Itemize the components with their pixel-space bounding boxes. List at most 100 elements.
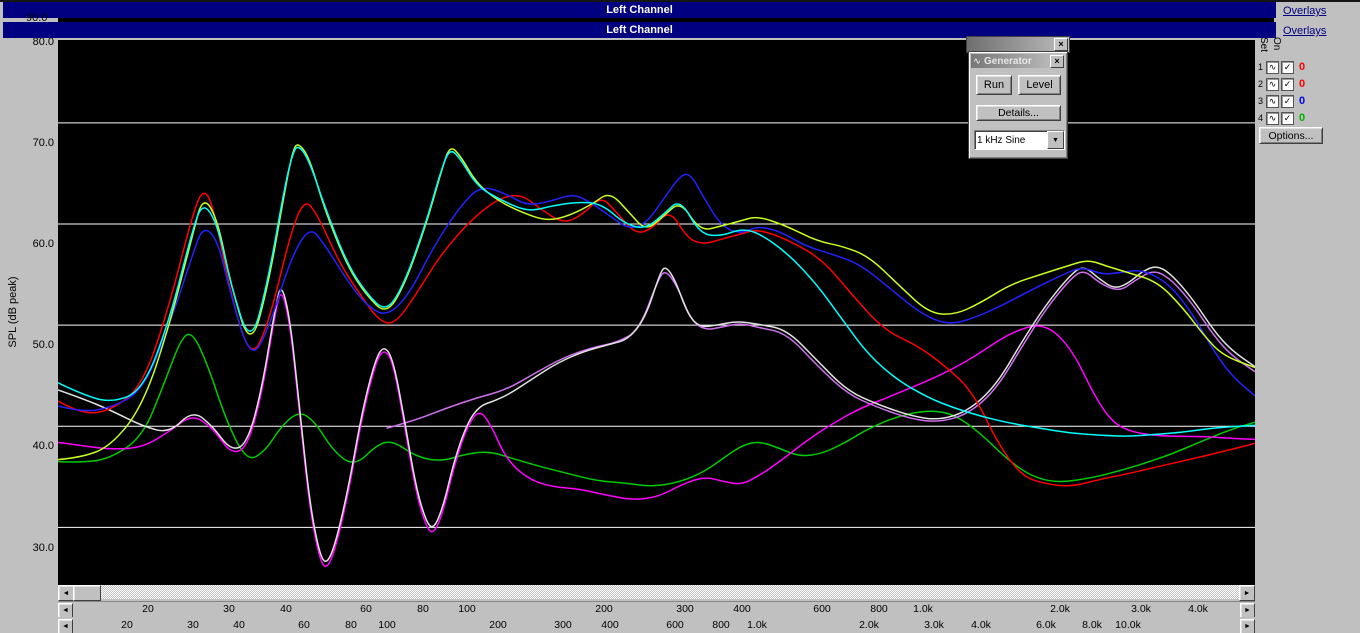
- series-violet-curve: [386, 271, 1256, 430]
- axis-row-front: ◄ ► 20 30 40 60 80 100 200 300 400 600 800 1.0k 2.0k…: [58, 618, 1255, 633]
- x-tick-label: 600: [666, 619, 684, 631]
- series-blue-curve: [57, 173, 1256, 412]
- options-button[interactable]: Options...: [1259, 127, 1323, 144]
- on-column-header: On: [1271, 37, 1282, 51]
- generator-title: Generator: [984, 55, 1032, 67]
- x-tick-label: 2.0k: [1050, 603, 1070, 615]
- overlays-link-back[interactable]: Overlays: [1283, 5, 1326, 17]
- overlay-on-checkbox[interactable]: ✓: [1281, 60, 1294, 74]
- rta-chart: [57, 122, 1256, 568]
- right-arrow-icon: ►: [1244, 607, 1251, 614]
- overlay-on-checkbox[interactable]: ✓: [1281, 111, 1294, 125]
- y-tick-label: 30.0: [32, 542, 54, 554]
- series-magenta-curve: [57, 294, 1256, 568]
- front-window-titlebar[interactable]: Left Channel: [3, 22, 1276, 38]
- scroll-thumb[interactable]: [73, 585, 101, 601]
- back-window-titlebar[interactable]: Left Channel: [3, 2, 1276, 18]
- overlay-row-1: 1 ∿ ✓ 0: [1257, 60, 1305, 74]
- plot-area: [57, 40, 1256, 585]
- x-tick-label: 4.0k: [1188, 603, 1208, 615]
- set-column-header: Set: [1258, 37, 1269, 53]
- overlay-row-2: 2 ∿ ✓ 0: [1257, 77, 1305, 91]
- overlay-on-checkbox[interactable]: ✓: [1281, 77, 1294, 91]
- h-scrollbar[interactable]: ◄ ►: [58, 585, 1255, 601]
- x-tick-label: 2.0k: [859, 619, 879, 631]
- generator-window-icon: ∿: [973, 55, 981, 66]
- background-dialog-close-button[interactable]: ×: [1054, 38, 1068, 51]
- overlay-on-checkbox[interactable]: ✓: [1281, 94, 1294, 108]
- overlay-count-value: 0: [1299, 61, 1306, 73]
- overlay-set-checkbox[interactable]: ∿: [1266, 111, 1279, 125]
- front-window-title: Left Channel: [606, 24, 673, 36]
- series-cyan-curve: [57, 146, 1256, 437]
- chevron-down-icon: ▼: [1052, 136, 1059, 144]
- overlay-count-value: 0: [1299, 78, 1306, 90]
- x-tick-label: 100: [378, 619, 396, 631]
- left-arrow-icon: ◄: [62, 623, 69, 630]
- axis-back-left-button[interactable]: ◄: [58, 603, 73, 617]
- x-tick-label: 300: [554, 619, 572, 631]
- generator-titlebar[interactable]: ∿ Generator ×: [971, 54, 1065, 68]
- y-tick-label: 50.0: [32, 339, 54, 351]
- x-tick-label: 100: [458, 603, 476, 615]
- x-tick-label: 3.0k: [924, 619, 944, 631]
- x-tick-label: 20: [121, 619, 133, 631]
- signal-dropdown-button[interactable]: ▼: [1047, 131, 1064, 149]
- x-tick-label: 400: [733, 603, 751, 615]
- x-tick-label: 30: [223, 603, 235, 615]
- x-tick-label: 8.0k: [1082, 619, 1102, 631]
- y-tick-label: 70.0: [32, 137, 54, 149]
- overlay-row-number: 3: [1257, 96, 1263, 106]
- overlay-row-number: 4: [1257, 113, 1263, 123]
- x-tick-label: 60: [360, 603, 372, 615]
- axis-front-left-button[interactable]: ◄: [58, 619, 73, 633]
- x-tick-label: 20: [142, 603, 154, 615]
- details-button[interactable]: Details...: [976, 105, 1061, 121]
- x-tick-label: 6.0k: [1036, 619, 1056, 631]
- overlay-set-checkbox[interactable]: ∿: [1266, 60, 1279, 74]
- signal-select[interactable]: 1 kHz Sine ▼: [974, 130, 1065, 150]
- x-tick-label: 80: [417, 603, 429, 615]
- x-tick-label: 200: [489, 619, 507, 631]
- run-button[interactable]: Run: [976, 75, 1012, 95]
- axis-row-back: ◄ ► 20 30 40 60 80 100 200 300 400 600 800 1.0k 2.0k…: [58, 601, 1255, 617]
- level-button[interactable]: Level: [1018, 75, 1061, 95]
- overlay-row-4: 4 ∿ ✓ 0: [1257, 111, 1305, 125]
- x-tick-label: 60: [298, 619, 310, 631]
- scroll-right-button[interactable]: ►: [1239, 585, 1255, 601]
- overlay-row-number: 2: [1257, 79, 1263, 89]
- x-tick-label: 80: [345, 619, 357, 631]
- x-tick-label: 40: [233, 619, 245, 631]
- right-arrow-icon: ►: [1243, 589, 1251, 597]
- spl-axis-label: SPL (dB peak): [7, 276, 19, 348]
- close-icon: ×: [1054, 55, 1060, 66]
- x-tick-label: 4.0k: [971, 619, 991, 631]
- right-arrow-icon: ►: [1244, 623, 1251, 630]
- scroll-left-button[interactable]: ◄: [58, 585, 74, 601]
- signal-value: 1 kHz Sine: [977, 134, 1026, 146]
- x-tick-label: 600: [813, 603, 831, 615]
- axis-back-right-button[interactable]: ►: [1240, 603, 1255, 617]
- x-tick-label: 1.0k: [747, 619, 767, 631]
- x-tick-label: 400: [601, 619, 619, 631]
- overlay-row-3: 3 ∿ ✓ 0: [1257, 94, 1305, 108]
- overlay-count-value: 0: [1299, 112, 1306, 124]
- overlay-set-checkbox[interactable]: ∿: [1266, 77, 1279, 91]
- overlay-set-checkbox[interactable]: ∿: [1266, 94, 1279, 108]
- axis-front-right-button[interactable]: ►: [1240, 619, 1255, 633]
- left-arrow-icon: ◄: [62, 607, 69, 614]
- back-window-title: Left Channel: [606, 4, 673, 16]
- x-tick-label: 1.0k: [913, 603, 933, 615]
- y-tick-label: 60.0: [32, 238, 54, 250]
- series-white-curve: [57, 266, 1256, 562]
- series-yellow-green-curve: [57, 144, 1256, 461]
- x-tick-label: 40: [280, 603, 292, 615]
- overlays-link-front[interactable]: Overlays: [1283, 25, 1326, 37]
- x-tick-label: 10.0k: [1115, 619, 1141, 631]
- x-tick-label: 300: [676, 603, 694, 615]
- y-tick-label: 40.0: [32, 440, 54, 452]
- generator-dialog: ∿ Generator × Run Level Details... 1 kHz…: [968, 51, 1068, 159]
- left-arrow-icon: ◄: [62, 589, 70, 597]
- generator-close-button[interactable]: ×: [1050, 54, 1064, 68]
- x-tick-label: 3.0k: [1131, 603, 1151, 615]
